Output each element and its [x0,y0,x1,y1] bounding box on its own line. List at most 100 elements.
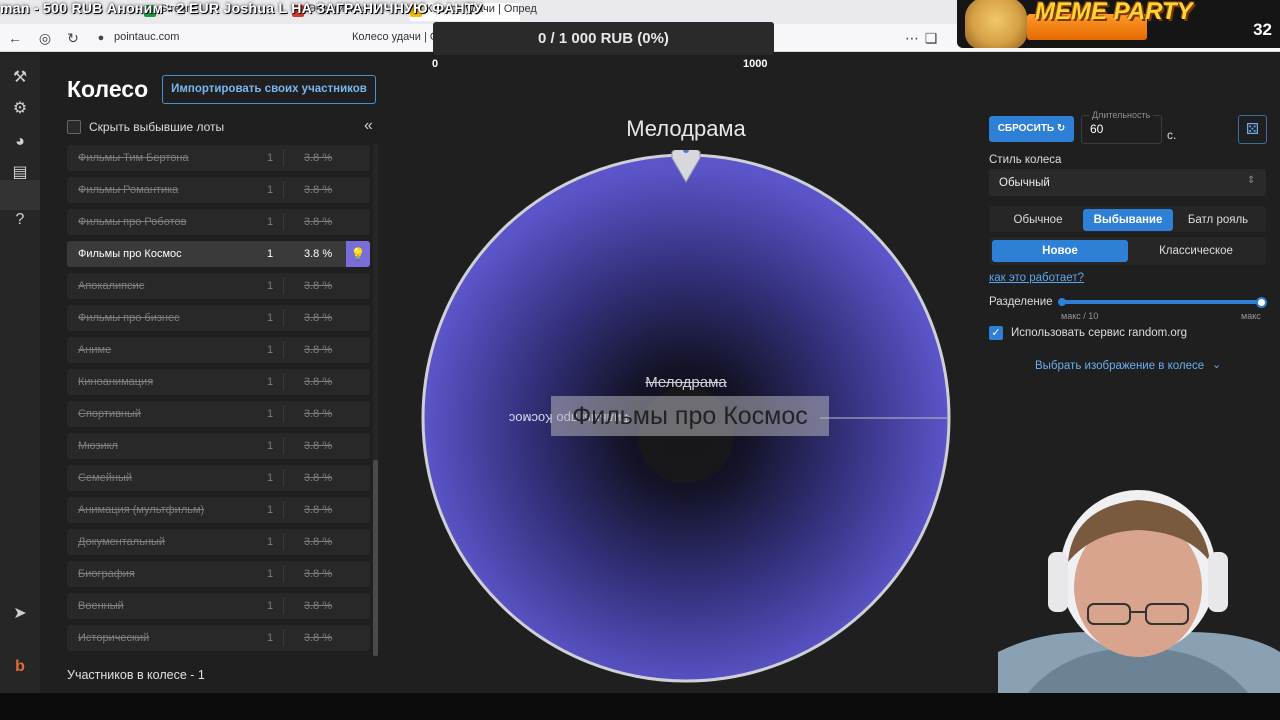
wheel-style-value: Обычный [999,177,1050,189]
lot-row[interactable]: Мюзикл 1 3.8 % [67,433,370,459]
lot-count: 1 [267,312,274,324]
chevron-down-icon: ⌄ [1212,359,1222,371]
lot-row[interactable]: Спортивный 1 3.8 % [67,401,370,427]
privacy-icon[interactable]: ◎ [36,29,54,47]
help-icon[interactable]: ? [10,210,30,230]
clipboard-icon[interactable]: ▤ [10,163,30,183]
lot-row[interactable]: Фильмы Тим Бертона 1 3.8 % [67,145,370,171]
lot-percent: 3.8 % [304,248,333,260]
gavel-icon[interactable]: ⚒ [10,68,30,88]
page-title: Колесо [67,76,149,102]
lot-row[interactable]: Апокалипсис 1 3.8 % [67,273,370,299]
lot-row[interactable]: Фильмы про Роботов 1 3.8 % [67,209,370,235]
hide-eliminated-label: Скрыть выбывшие лоты [89,120,225,134]
dice-icon[interactable]: ⚄ [1238,115,1267,144]
donation-progress: 0 / 1 000 RUB (0%) [433,22,774,55]
select-arrows-icon: ⇕ [1247,175,1256,186]
lot-count: 1 [267,376,274,388]
lot-separator [283,598,284,614]
lot-row[interactable]: Киноанимация 1 3.8 % [67,369,370,395]
random-org-label: Использовать сервис random.org [1011,327,1188,339]
lot-count: 1 [267,184,274,196]
lot-name: Фильмы Тим Бертона [78,152,189,164]
lot-row[interactable]: Анимация (мультфильм) 1 3.8 % [67,497,370,523]
lot-row[interactable]: Документальный 1 3.8 % [67,529,370,555]
lot-separator [283,406,284,422]
lot-percent: 3.8 % [304,632,333,644]
meme-party-banner: MEME PARTY 32 [957,0,1280,48]
lot-separator [283,278,284,294]
duration-label: Длительность [1089,110,1154,120]
reload-icon[interactable]: ↻ [64,29,82,47]
split-slider-min-dot [1058,298,1066,306]
split-slider-track[interactable] [1063,300,1263,304]
import-participants-button[interactable]: Импортировать своих участников [162,75,376,104]
split-label: Разделение [989,296,1053,308]
back-icon[interactable]: ← [6,29,24,47]
wheel-top-label: Мелодрама [626,116,746,141]
boosty-icon[interactable]: b [10,657,30,677]
lot-percent: 3.8 % [304,216,333,228]
lot-percent: 3.8 % [304,504,333,516]
telegram-icon[interactable]: ➤ [10,604,30,624]
mode-battle-royale[interactable]: Батл рояль [1173,209,1263,231]
lot-percent: 3.8 % [304,184,333,196]
lot-percent: 3.8 % [304,600,333,612]
lot-separator [283,566,284,582]
active-nav-indicator [0,180,40,210]
lot-separator [283,214,284,230]
lot-count: 1 [267,472,274,484]
lot-row[interactable]: Фильмы про бизнес 1 3.8 % [67,305,370,331]
random-org-checkbox[interactable]: ✓ [989,326,1003,340]
lot-count: 1 [267,152,274,164]
lot-separator [283,182,284,198]
wheel-style-label: Стиль колеса [989,154,1062,166]
lot-percent: 3.8 % [304,152,333,164]
wheel-icon[interactable]: ◕ [10,132,30,152]
how-it-works-link[interactable]: как это работает? [989,272,1084,284]
kind-new[interactable]: Новое [992,240,1128,262]
lot-name: Мюзикл [78,440,118,452]
more-icon[interactable]: ⋯ [903,29,921,47]
choose-image-button[interactable]: Выбрать изображение в колесе [1035,360,1204,372]
lot-separator [283,502,284,518]
lot-count: 1 [267,248,274,260]
mode-elimination[interactable]: Выбывание [1083,209,1173,231]
lot-separator [283,150,284,166]
reset-button[interactable]: СБРОСИТЬ ↻ [989,116,1074,142]
lot-row[interactable]: Семейный 1 3.8 % [67,465,370,491]
mode-normal[interactable]: Обычное [993,209,1083,231]
progress-scale-max: 1000 [743,58,768,70]
banner-number: 32 [1253,20,1272,39]
lot-percent: 3.8 % [304,280,333,292]
lots-scroll-thumb[interactable] [373,460,378,656]
lot-count: 1 [267,216,274,228]
lot-row[interactable]: Аниме 1 3.8 % [67,337,370,363]
lightbulb-icon[interactable]: 💡 [346,241,370,267]
lot-name: Фильмы про Космос [78,248,182,260]
lot-name: Киноанимация [78,376,154,388]
kind-classic[interactable]: Классическое [1128,240,1264,262]
hide-eliminated-checkbox[interactable] [67,120,81,134]
lot-percent: 3.8 % [304,536,333,548]
lot-name: Анимация (мультфильм) [78,504,205,516]
lot-name: Фильмы Романтика [78,184,179,196]
lot-percent: 3.8 % [304,440,333,452]
lot-separator [283,470,284,486]
page-title-in-bar: Колесо удачи | Оп [352,31,445,43]
split-slider-handle[interactable] [1256,297,1267,308]
lot-name: Биография [78,568,135,580]
bookmark-icon[interactable]: ❏ [922,29,940,47]
gear-icon[interactable]: ⚙ [10,99,30,119]
participants-count: Участников в колесе - 1 [67,668,205,682]
url-text[interactable]: pointauc.com [114,31,179,43]
lot-percent: 3.8 % [304,312,333,324]
lot-row[interactable]: Фильмы про Космос 1 3.8 % 💡 [67,241,370,267]
lot-row[interactable]: Биография 1 3.8 % [67,561,370,587]
lot-row[interactable]: Фильмы Романтика 1 3.8 % [67,177,370,203]
split-max-label: макс [1241,311,1261,321]
lot-row[interactable]: Исторический 1 3.8 % [67,625,370,651]
lot-row[interactable]: Военный 1 3.8 % [67,593,370,619]
lot-count: 1 [267,344,274,356]
collapse-panel-icon[interactable]: « [364,117,373,135]
